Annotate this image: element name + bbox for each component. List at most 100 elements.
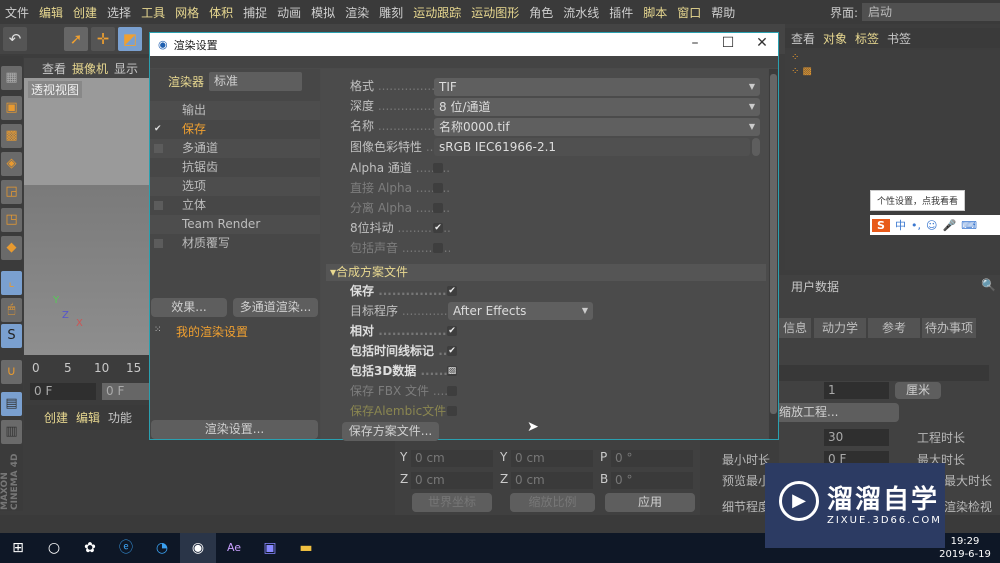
scale-dropdown[interactable]: 缩放比例 <box>510 493 595 512</box>
tree-checkbox[interactable]: ✔ <box>154 125 163 134</box>
current-frame-field[interactable]: 0 F <box>102 383 150 400</box>
mic-icon[interactable]: 🎤 <box>942 219 956 232</box>
edge-mode-icon[interactable]: ◳ <box>1 208 22 232</box>
menu-item[interactable]: 选择 <box>102 4 136 21</box>
comp-save-checkbox[interactable]: ✔ <box>447 286 457 296</box>
layout-dropdown[interactable]: 启动 <box>862 3 1000 21</box>
tree-item[interactable]: 材质覆写 <box>150 234 320 253</box>
cinema4d-taskbar-icon[interactable]: ◉ <box>180 533 216 563</box>
save-comp-file-button[interactable]: 保存方案文件... <box>342 422 439 441</box>
null-object-icon[interactable]: ⁘ <box>791 52 799 63</box>
windows-start-icon[interactable]: ⊞ <box>0 533 36 563</box>
mouse-icon[interactable]: 🖱 <box>1 298 22 322</box>
texture-mode-icon[interactable]: ▩ <box>1 124 22 148</box>
null-object-icon[interactable]: ⁘ ▩ <box>791 66 812 77</box>
save-fbx-checkbox[interactable] <box>447 386 457 396</box>
app-icon[interactable]: ✿ <box>72 533 108 563</box>
coord-field[interactable]: 0 cm <box>411 450 493 467</box>
object-manager[interactable]: ⁘ ⁘ ▩ <box>785 50 1000 270</box>
sogou-icon[interactable]: S <box>872 218 890 232</box>
menu-item[interactable]: 工具 <box>136 4 170 21</box>
menu-item[interactable]: 插件 <box>604 4 638 21</box>
straight-alpha-checkbox[interactable] <box>433 183 443 193</box>
dialog-titlebar[interactable]: ◉ 渲染设置 – ☐ ✕ <box>150 33 778 56</box>
include-3d-data-checkbox[interactable]: ▨ <box>447 366 457 376</box>
viewport-menu-view[interactable]: 查看 <box>42 60 66 77</box>
attr-user-data[interactable]: 用户数据 <box>791 278 839 295</box>
magnet-icon[interactable]: ∪ <box>1 360 22 384</box>
include-sound-checkbox[interactable] <box>433 243 443 253</box>
material-menu-edit[interactable]: 编辑 <box>76 409 100 426</box>
snap-icon[interactable]: S <box>1 324 22 348</box>
maximize-button[interactable]: ☐ <box>713 35 743 51</box>
emoji-icon[interactable]: ☺ <box>926 219 937 232</box>
polygon-mode-icon[interactable]: ◆ <box>1 236 22 260</box>
preset-my-render-settings[interactable]: 我的渲染设置 <box>176 323 248 340</box>
effects-button[interactable]: 效果... <box>151 298 227 317</box>
unit-dropdown[interactable]: 厘米 <box>895 382 941 399</box>
layout-selector[interactable]: 界面: 启动 <box>830 0 1000 24</box>
ime-toolbar[interactable]: S 中 •, ☺ 🎤 ⌨ <box>870 215 1000 235</box>
dialog-scrollbar[interactable] <box>769 69 778 439</box>
media-encoder-icon[interactable]: ▣ <box>252 533 288 563</box>
menu-item[interactable]: 窗口 <box>672 4 706 21</box>
keyboard-icon[interactable]: ⌨ <box>961 219 977 232</box>
menu-item[interactable]: 渲染 <box>340 4 374 21</box>
tree-item[interactable]: 选项 <box>150 177 320 196</box>
cortana-icon[interactable]: ○ <box>36 533 72 563</box>
format-dropdown[interactable]: TIF ▼ <box>434 78 760 96</box>
punctuation-icon[interactable]: •, <box>911 219 921 232</box>
apply-button[interactable]: 应用 <box>605 493 695 512</box>
tree-checkbox[interactable] <box>154 239 163 248</box>
tree-item[interactable]: 输出 <box>150 101 320 120</box>
menu-item[interactable]: 脚本 <box>638 4 672 21</box>
ie-browser-icon[interactable]: ⓔ <box>108 533 144 563</box>
coord-field[interactable]: 0 cm <box>411 472 493 489</box>
viewport-menu-camera[interactable]: 摄像机 <box>72 60 108 77</box>
tab-info[interactable]: 信息 <box>779 318 811 338</box>
fps-field[interactable]: 30 <box>824 429 889 446</box>
obj-menu-tags[interactable]: 标签 <box>855 30 879 47</box>
after-effects-icon[interactable]: Ae <box>216 533 252 563</box>
obj-menu-objects[interactable]: 对象 <box>823 30 847 47</box>
depth-dropdown[interactable]: 8 位/通道 ▼ <box>434 98 760 116</box>
name-dropdown[interactable]: 名称0000.tif ▼ <box>434 118 760 136</box>
save-alembic-checkbox[interactable] <box>447 406 457 416</box>
select-tool-icon[interactable]: ➚ <box>64 27 88 51</box>
project-scale-field[interactable]: 1 <box>824 382 889 399</box>
profile-menu-button[interactable] <box>752 138 760 156</box>
menu-item[interactable]: 雕刻 <box>374 4 408 21</box>
relative-checkbox[interactable]: ✔ <box>447 326 457 336</box>
timeline-marks-checkbox[interactable]: ✔ <box>447 346 457 356</box>
comp-section-header[interactable]: ▾合成方案文件 <box>326 264 766 281</box>
obj-menu-view[interactable]: 查看 <box>791 30 815 47</box>
browser-icon[interactable]: ◔ <box>144 533 180 563</box>
alpha-channel-checkbox[interactable] <box>433 163 443 173</box>
obj-menu-bookmarks[interactable]: 书签 <box>887 30 911 47</box>
menu-item[interactable]: 编辑 <box>34 4 68 21</box>
separate-alpha-checkbox[interactable] <box>433 203 443 213</box>
dither-checkbox[interactable]: ✔ <box>433 223 443 233</box>
material-menu-function[interactable]: 功能 <box>108 409 132 426</box>
object-mode-icon[interactable]: ▣ <box>1 96 22 120</box>
menu-item[interactable]: 运动跟踪 <box>408 4 466 21</box>
tree-item[interactable]: 抗锯齿 <box>150 158 320 177</box>
material-menu-create[interactable]: 创建 <box>44 409 68 426</box>
menu-item[interactable]: 角色 <box>524 4 558 21</box>
lock-grid-icon[interactable]: ▤ <box>1 392 22 416</box>
workplane-icon[interactable]: ◈ <box>1 152 22 176</box>
menu-item[interactable]: 体积 <box>204 4 238 21</box>
color-profile-field[interactable]: sRGB IEC61966-2.1 <box>434 138 750 156</box>
tree-checkbox[interactable] <box>154 201 163 210</box>
start-frame-field[interactable]: 0 F <box>30 383 96 400</box>
render-settings-button[interactable]: 渲染设置... <box>151 420 318 439</box>
minimize-button[interactable]: – <box>680 35 710 51</box>
menu-item[interactable]: 创建 <box>68 4 102 21</box>
viewport-menu-display[interactable]: 显示 <box>114 60 138 77</box>
coord-field[interactable]: 0 ° <box>611 450 693 467</box>
tree-item[interactable]: Team Render <box>150 215 320 234</box>
tree-item[interactable]: 立体 <box>150 196 320 215</box>
search-icon[interactable]: 🔍 <box>981 278 996 292</box>
target-app-dropdown[interactable]: After Effects ▼ <box>448 302 593 320</box>
model-mode-icon[interactable]: ▦ <box>1 66 22 90</box>
